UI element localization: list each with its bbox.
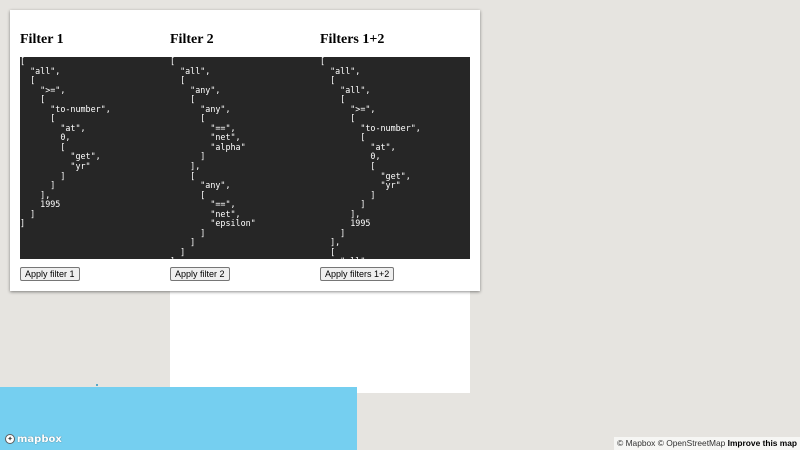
mapbox-logo-icon: ✦ <box>5 434 15 444</box>
filter-2-code[interactable]: [ "all", [ "any", [ "any", [ "==", "net"… <box>170 57 320 259</box>
filter-1-code[interactable]: [ "all", [ ">=", [ "to-number", [ "at", … <box>20 57 170 259</box>
filter-2-heading: Filter 2 <box>170 32 214 47</box>
filter-1-heading: Filter 1 <box>20 32 64 47</box>
apply-filters-combined-button[interactable]: Apply filters 1+2 <box>320 267 395 281</box>
improve-map-link[interactable]: Improve this map <box>728 438 797 448</box>
filters-combined-heading: Filters 1+2 <box>320 32 385 47</box>
filters-combined-code[interactable]: [ "all", [ "all", [ ">=", [ "to-number",… <box>320 57 470 259</box>
apply-filter-2-button[interactable]: Apply filter 2 <box>170 267 230 281</box>
filter-panel: Filter 1 [ "all", [ ">=", [ "to-number",… <box>10 10 480 291</box>
filter-column-combined: Filters 1+2 [ "all", [ "all", [ ">=", [ … <box>320 10 470 291</box>
filter-column-1: Filter 1 [ "all", [ ">=", [ "to-number",… <box>20 10 170 291</box>
mapbox-logo-text: mapbox <box>17 433 62 445</box>
map-feature <box>96 384 98 386</box>
map-area-white <box>170 280 470 393</box>
filter-column-2: Filter 2 [ "all", [ "any", [ "any", [ "=… <box>170 10 320 291</box>
apply-filter-1-button[interactable]: Apply filter 1 <box>20 267 80 281</box>
mapbox-logo[interactable]: ✦ mapbox <box>5 433 62 445</box>
map-attribution: © Mapbox © OpenStreetMap Improve this ma… <box>614 437 800 450</box>
attribution-text[interactable]: © Mapbox © OpenStreetMap <box>617 438 725 448</box>
